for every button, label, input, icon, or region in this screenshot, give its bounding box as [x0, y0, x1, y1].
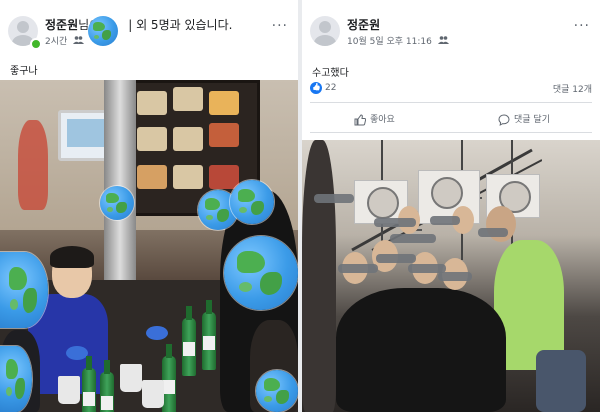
post-time[interactable]: 10월 5일 오후 11:16 [347, 37, 432, 47]
photo-person [302, 140, 336, 412]
post-photo[interactable] [302, 140, 600, 412]
left-post: 정준원님이| 외 5명과 있습니다. 2시간 ... 좋구나 [0, 0, 298, 412]
post-header: 정준원님이| 외 5명과 있습니다. 2시간 ... [0, 0, 298, 54]
photo-group [336, 288, 506, 412]
post-meta: 2시간 [45, 34, 85, 47]
author-name[interactable]: 정준원 [45, 18, 78, 32]
post-time[interactable]: 2시간 [45, 37, 67, 47]
like-icon [310, 82, 322, 94]
face-blur [338, 264, 378, 273]
globe-sticker [88, 16, 118, 46]
face-blur [374, 218, 416, 227]
photo-person [536, 350, 586, 412]
like-icon [354, 113, 367, 126]
title-tail[interactable]: | 외 5명과 있습니다. [128, 18, 232, 32]
globe-sticker [0, 252, 48, 328]
face-blur [438, 272, 472, 281]
divider [310, 102, 592, 103]
more-icon[interactable]: ... [574, 14, 590, 30]
photo-bottle [202, 300, 216, 370]
post-actions: 좋아요 댓글 달기 [302, 106, 600, 132]
friends-icon [437, 36, 449, 47]
globe-sticker [224, 236, 298, 310]
author-name[interactable]: 정준원 [347, 16, 380, 33]
face-blur [376, 254, 416, 263]
globe-sticker [0, 346, 32, 412]
globe-sticker [100, 186, 134, 220]
photo-cup [120, 364, 142, 392]
face-blur [478, 228, 508, 237]
photo-bowl [146, 326, 168, 340]
post-text: 좋구나 [10, 66, 38, 77]
photo-bowl [66, 346, 88, 360]
online-status-icon [30, 38, 42, 50]
face-blur [430, 216, 460, 225]
like-label: 좋아요 [370, 115, 395, 125]
face-blur [314, 194, 354, 203]
post-meta: 10월 5일 오후 11:16 [347, 34, 449, 47]
photo-bottle [162, 344, 176, 412]
like-button[interactable]: 좋아요 [354, 112, 395, 126]
post-title-line: 정준원님이| 외 5명과 있습니다. [45, 16, 232, 33]
globe-sticker [230, 180, 274, 224]
globe-sticker [256, 370, 298, 412]
face-blur [390, 234, 436, 243]
post-stats: 22 댓글 12개 [310, 82, 592, 96]
like-count[interactable]: 22 [325, 83, 336, 93]
photo-bottle [82, 356, 96, 412]
photo-bottle [182, 306, 196, 376]
right-post: 정준원 10월 5일 오후 11:16 ... 수고했다 22 댓글 12개 좋… [302, 0, 600, 412]
post-text: 수고했다 [312, 68, 349, 79]
photo-cup [58, 376, 80, 404]
photo-bottle [100, 360, 114, 412]
post-header: 정준원 10월 5일 오후 11:16 ... [302, 0, 600, 54]
photo-mural [18, 120, 48, 210]
comment-label: 댓글 달기 [514, 115, 550, 125]
comment-count[interactable]: 댓글 12개 [553, 82, 592, 95]
divider [310, 132, 592, 133]
comment-button[interactable]: 댓글 달기 [498, 112, 550, 126]
comment-icon [498, 113, 510, 126]
more-icon[interactable]: ... [272, 14, 288, 30]
friends-icon [73, 36, 85, 47]
author-avatar[interactable] [310, 16, 340, 46]
photo-cup [142, 380, 164, 408]
